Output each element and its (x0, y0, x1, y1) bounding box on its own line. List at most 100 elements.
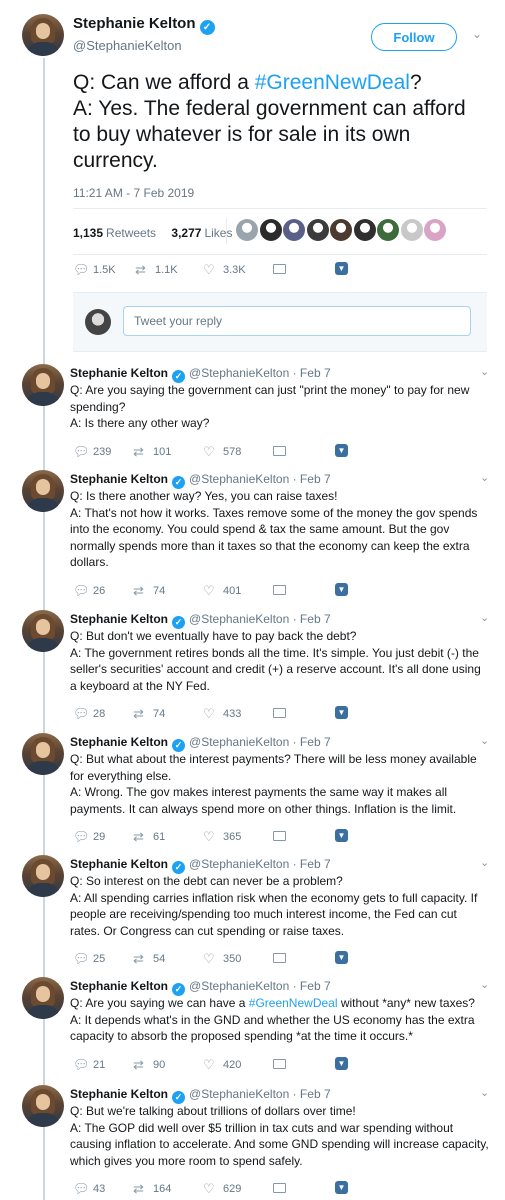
direct-message-button[interactable] (273, 1058, 286, 1072)
liker-avatar[interactable] (377, 219, 399, 241)
reply-author-avatar[interactable] (22, 470, 64, 512)
direct-message-button[interactable] (273, 264, 286, 277)
retweet-button[interactable]: ⇄ 101 (133, 444, 171, 460)
reply-author-name[interactable]: Stephanie Kelton (70, 612, 168, 626)
reply-author-avatar[interactable] (22, 977, 64, 1019)
chevron-down-icon[interactable]: ⌄ (480, 734, 489, 747)
reply-author-avatar[interactable] (22, 1085, 64, 1127)
reply-author-avatar[interactable] (22, 733, 64, 775)
author-avatar[interactable] (22, 14, 64, 56)
reply-author-avatar[interactable] (22, 610, 64, 652)
direct-message-button[interactable] (273, 584, 286, 598)
retweet-button[interactable]: ⇄ 90 (133, 1057, 165, 1073)
reply-author-handle[interactable]: @StephanieKelton · Feb 7 (189, 472, 331, 486)
like-button[interactable]: ♡ 433 (203, 706, 241, 722)
liker-avatar[interactable] (353, 219, 376, 241)
reply-button[interactable]: 💬︎ 1.5K (73, 262, 116, 278)
reply-icon: 💬︎ (73, 1181, 90, 1196)
retweet-icon: ⇄ (133, 706, 144, 721)
reply-author-name[interactable]: Stephanie Kelton (70, 857, 168, 871)
retweet-button[interactable]: ⇄ 74 (133, 583, 165, 599)
retweet-button[interactable]: ⇄ 74 (133, 706, 165, 722)
reply-button[interactable]: 💬︎ 43 (73, 1181, 105, 1197)
reply-button[interactable]: 💬︎ 21 (73, 1057, 105, 1073)
likes-stat[interactable]: 3,277 Likes (171, 226, 232, 240)
reply-author-name[interactable]: Stephanie Kelton (70, 1087, 168, 1101)
direct-message-button[interactable] (273, 708, 286, 721)
author-handle[interactable]: @StephanieKelton (73, 38, 182, 53)
retweet-button[interactable]: ⇄ 54 (133, 951, 165, 967)
liker-avatar[interactable] (424, 219, 446, 241)
author-name[interactable]: Stephanie Kelton ✓ (73, 15, 215, 35)
chevron-down-icon[interactable]: ⌄ (472, 27, 482, 41)
reply-author-handle[interactable]: @StephanieKelton · Feb 7 (189, 612, 331, 626)
retweet-icon: ⇄ (133, 951, 144, 966)
reply-author-name[interactable]: Stephanie Kelton (70, 735, 168, 749)
liker-avatar[interactable] (330, 219, 352, 241)
like-button-count: 350 (223, 953, 242, 965)
retweet-button[interactable]: ⇄ 164 (133, 1181, 171, 1197)
more-button[interactable]: ▼ (335, 582, 348, 596)
reply-author-handle[interactable]: @StephanieKelton · Feb 7 (189, 1087, 331, 1101)
more-button[interactable]: ▼ (335, 1181, 348, 1194)
like-button[interactable]: ♡ 578 (203, 444, 241, 460)
direct-message-button[interactable] (273, 953, 286, 966)
more-button[interactable]: ▼ (335, 443, 348, 457)
liker-avatar[interactable] (236, 219, 258, 241)
like-button[interactable]: ♡ 3.3K (203, 262, 246, 278)
direct-message-button[interactable] (273, 1183, 286, 1196)
chevron-down-icon[interactable]: ⌄ (480, 1086, 489, 1099)
reply-author-handle[interactable]: @StephanieKelton · Feb 7 (189, 735, 331, 749)
reply-input[interactable]: Tweet your reply (123, 306, 471, 336)
like-button[interactable]: ♡ 420 (203, 1057, 241, 1073)
reply-button[interactable]: 💬︎ 26 (73, 583, 105, 599)
chevron-down-icon: ▼ (335, 1056, 348, 1070)
like-button[interactable]: ♡ 365 (203, 829, 241, 845)
liker-avatar[interactable] (400, 219, 423, 241)
follow-button[interactable]: Follow (371, 23, 457, 51)
reply-author-handle[interactable]: @StephanieKelton · Feb 7 (189, 366, 331, 380)
direct-message-button[interactable] (273, 831, 286, 844)
chevron-down-icon[interactable]: ⌄ (480, 471, 489, 484)
more-button[interactable]: ▼ (335, 262, 348, 275)
retweet-button[interactable]: ⇄ 1.1K (135, 262, 178, 278)
reply-text-line: Q: But don't we eventually have to pay b… (70, 629, 357, 643)
tweet-text: Q: Can we afford a #GreenNewDeal? A: Yes… (73, 70, 488, 174)
reply-author-handle[interactable]: @StephanieKelton · Feb 7 (189, 979, 331, 993)
tweet-timestamp[interactable]: 11:21 AM - 7 Feb 2019 (73, 186, 194, 200)
more-button[interactable]: ▼ (335, 829, 348, 842)
reply-author-avatar[interactable] (22, 364, 64, 406)
like-button[interactable]: ♡ 350 (203, 951, 241, 967)
heart-icon: ♡ (203, 951, 215, 966)
direct-message-button[interactable] (273, 445, 286, 459)
reply-author-name[interactable]: Stephanie Kelton (70, 979, 168, 993)
like-button[interactable]: ♡ 629 (203, 1181, 241, 1197)
reply-button[interactable]: 💬︎ 25 (73, 951, 105, 967)
retweet-button[interactable]: ⇄ 61 (133, 829, 165, 845)
liker-avatar[interactable] (259, 219, 282, 241)
more-button[interactable]: ▼ (335, 1056, 348, 1070)
reply-button[interactable]: 💬︎ 239 (73, 444, 111, 460)
reply-author-name[interactable]: Stephanie Kelton (70, 366, 168, 380)
liker-avatar[interactable] (306, 219, 329, 241)
heart-icon: ♡ (203, 1056, 215, 1072)
hashtag-link[interactable]: #GreenNewDeal (249, 996, 338, 1010)
liker-avatar[interactable] (283, 219, 305, 241)
chevron-down-icon[interactable]: ⌄ (480, 978, 489, 991)
chevron-down-icon[interactable]: ⌄ (480, 856, 489, 869)
reply-button[interactable]: 💬︎ 29 (73, 829, 105, 845)
retweets-stat[interactable]: 1,135 Retweets (73, 226, 156, 240)
reply-button[interactable]: 💬︎ 28 (73, 706, 105, 722)
reply-author-name[interactable]: Stephanie Kelton (70, 472, 168, 486)
like-button-count: 420 (223, 1058, 242, 1071)
like-button-count: 433 (223, 708, 242, 720)
more-button[interactable]: ▼ (335, 706, 348, 719)
more-button[interactable]: ▼ (335, 951, 348, 964)
reply-author-avatar[interactable] (22, 855, 64, 897)
reply-author-handle[interactable]: @StephanieKelton · Feb 7 (189, 857, 331, 871)
chevron-down-icon[interactable]: ⌄ (480, 365, 489, 378)
hashtag-link[interactable]: #GreenNewDeal (255, 71, 410, 94)
chevron-down-icon[interactable]: ⌄ (480, 611, 489, 624)
like-button[interactable]: ♡ 401 (203, 583, 241, 599)
retweet-icon: ⇄ (133, 1056, 144, 1072)
